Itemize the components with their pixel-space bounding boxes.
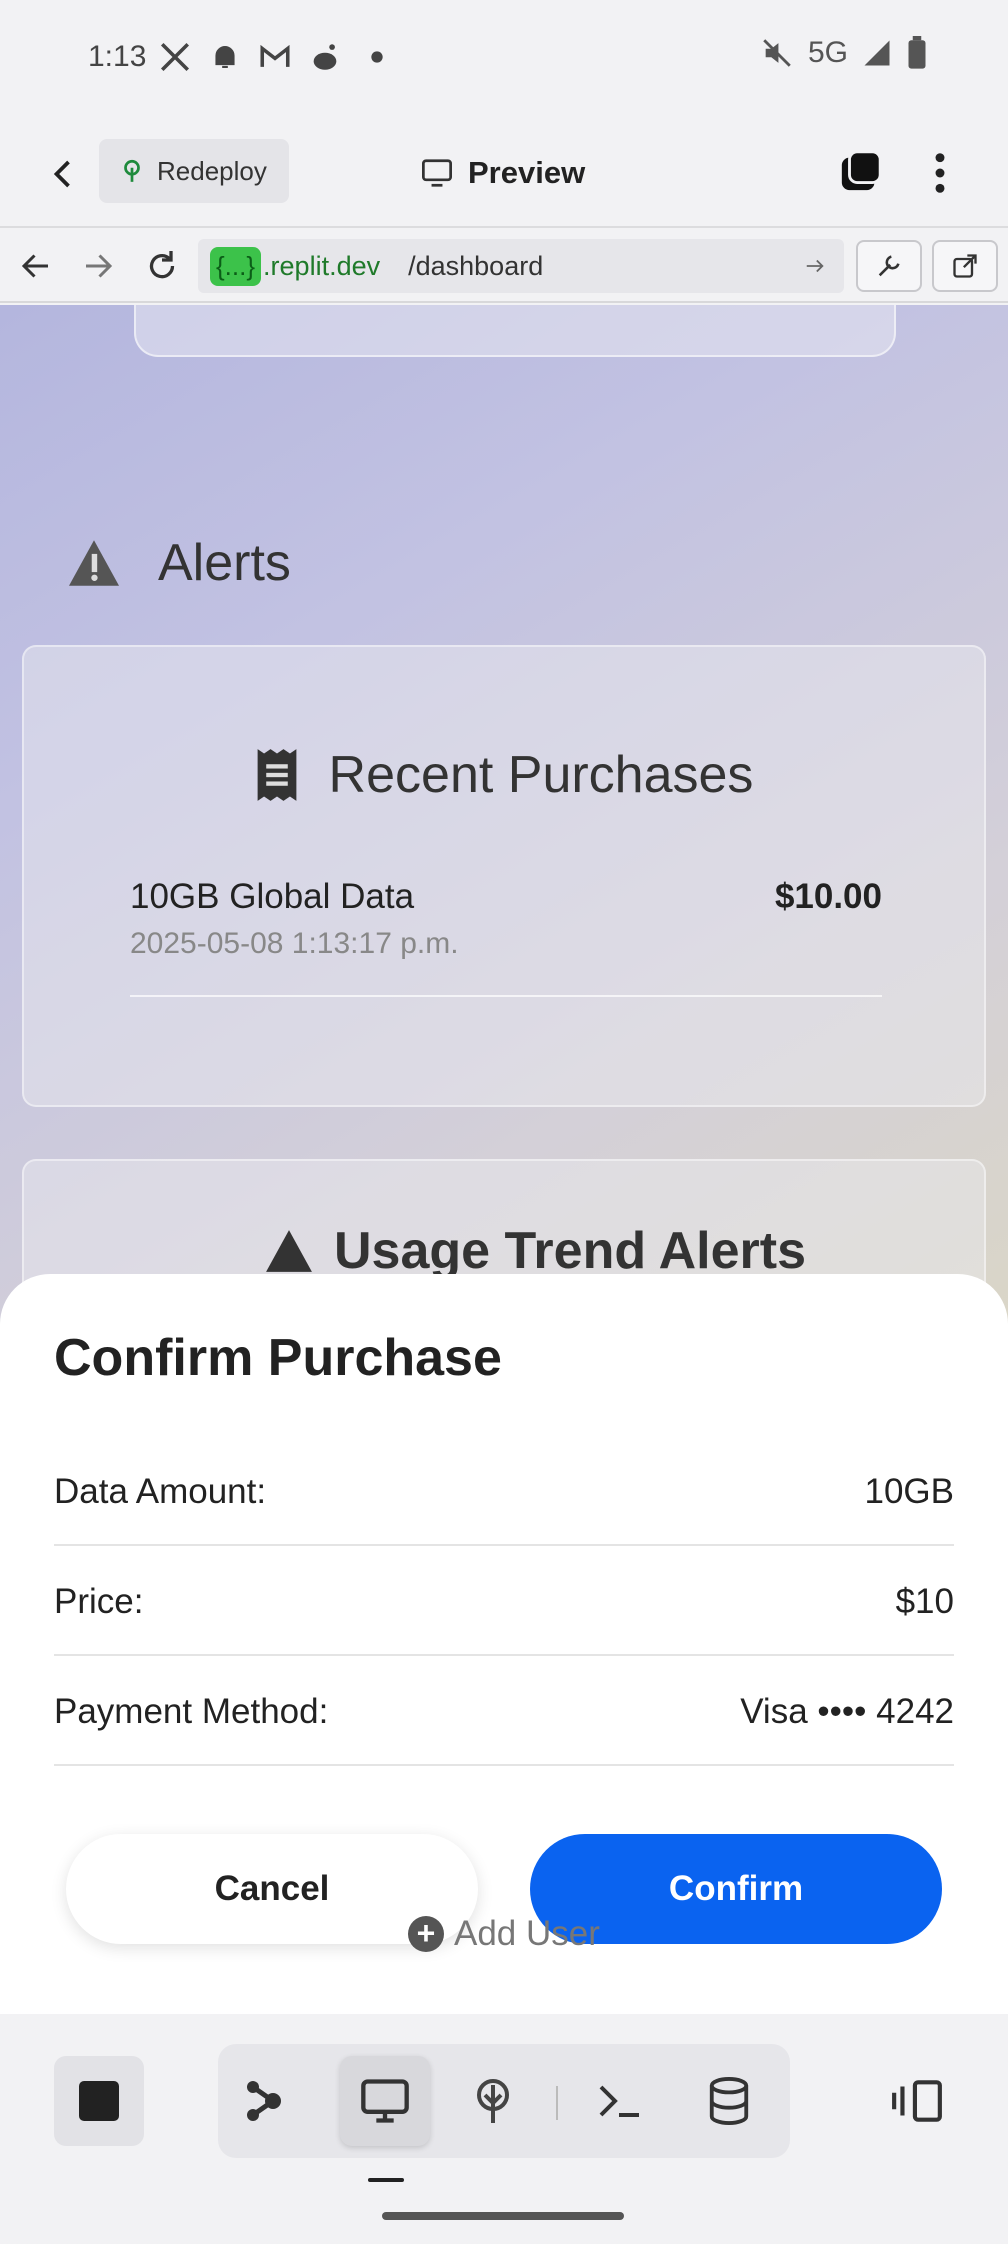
alerts-heading: Alerts	[66, 533, 291, 593]
status-time: 1:13	[88, 40, 147, 73]
mute-icon	[763, 39, 791, 67]
alerts-title: Alerts	[158, 534, 291, 592]
previous-card	[134, 305, 896, 357]
reload-icon[interactable]	[144, 248, 180, 284]
toolbar-divider	[556, 2086, 558, 2120]
detail-value: 10GB	[864, 1472, 955, 1511]
back-arrow-icon[interactable]	[46, 154, 82, 194]
gmail-icon	[260, 44, 290, 67]
tool-switcher	[218, 2044, 790, 2158]
stop-button[interactable]	[54, 2056, 144, 2146]
panel-toggle-icon	[892, 2080, 942, 2122]
nav-forward-icon[interactable]	[80, 248, 116, 284]
devtools-button[interactable]	[856, 240, 922, 292]
purchase-name: 10GB Global Data	[130, 877, 415, 916]
wrench-icon	[878, 255, 900, 277]
database-icon	[709, 2077, 749, 2125]
agent-icon	[247, 2081, 281, 2121]
database-tool-button[interactable]	[684, 2056, 774, 2146]
signal-icon	[864, 40, 890, 66]
redeploy-label: Redeploy	[157, 155, 267, 186]
url-host: .replit.dev	[263, 250, 381, 281]
plus-circle-icon: +	[408, 1916, 444, 1952]
external-link-icon	[953, 254, 977, 278]
detail-row-price: Price: $10	[54, 1546, 954, 1656]
purchase-date: 2025-05-08 1:13:17 p.m.	[130, 927, 459, 960]
deploy-tool-button[interactable]	[448, 2056, 538, 2146]
monitor-icon	[361, 2079, 409, 2123]
x-icon	[160, 42, 190, 72]
panel-toggle-button[interactable]	[872, 2056, 962, 2146]
bell-icon	[215, 46, 235, 68]
detail-label: Payment Method:	[54, 1692, 329, 1731]
replit-top-bar: Redeploy Preview	[0, 118, 1008, 228]
preview-label: Preview	[468, 155, 586, 190]
usage-alerts-heading: Usage Trend Alerts	[264, 1221, 806, 1281]
detail-row-payment-method: Payment Method: Visa •••• 4242	[54, 1656, 954, 1766]
preview-tab[interactable]: Preview	[420, 148, 585, 198]
detail-label: Data Amount:	[54, 1472, 267, 1511]
recent-purchases-title: Recent Purchases	[328, 746, 754, 804]
open-external-button[interactable]	[932, 240, 998, 292]
replit-bottom-toolbar	[0, 2014, 1008, 2244]
confirm-purchase-sheet: Confirm Purchase Data Amount: 10GB Price…	[0, 1274, 1008, 2014]
url-path: /dashboard	[408, 250, 544, 281]
preview-tool-button[interactable]	[340, 2056, 430, 2146]
detail-label: Price:	[54, 1582, 144, 1621]
home-indicator[interactable]	[382, 2212, 624, 2220]
tabs-icon[interactable]	[838, 148, 884, 194]
network-label: 5G	[807, 36, 848, 69]
warning-icon	[266, 1230, 312, 1272]
status-bar: 1:13 5G	[0, 0, 1008, 118]
receipt-icon	[257, 749, 296, 801]
dot-icon	[371, 51, 383, 63]
monitor-icon	[422, 159, 452, 187]
add-user-label: Add User	[454, 1914, 600, 1953]
usage-alerts-title: Usage Trend Alerts	[334, 1222, 807, 1280]
recent-purchases-heading: Recent Purchases	[24, 745, 984, 805]
sheet-title: Confirm Purchase	[54, 1329, 502, 1387]
url-input[interactable]: {...} .replit.dev /dashboard	[198, 239, 844, 293]
deploy-tree-icon	[124, 159, 140, 182]
more-vertical-icon[interactable]	[924, 150, 956, 196]
warning-icon	[69, 540, 119, 586]
go-arrow-icon[interactable]	[804, 255, 826, 277]
add-user-button[interactable]: + Add User	[408, 1914, 600, 1954]
shell-tool-button[interactable]	[574, 2056, 664, 2146]
reddit-icon	[313, 44, 337, 70]
detail-row-data-amount: Data Amount: 10GB	[54, 1436, 954, 1546]
active-tab-indicator	[368, 2178, 404, 2182]
battery-icon	[908, 36, 926, 69]
detail-value: $10	[895, 1582, 954, 1621]
nav-back-icon[interactable]	[18, 248, 54, 284]
terminal-icon	[599, 2085, 639, 2117]
purchase-price: $10.00	[774, 877, 882, 916]
purchase-item: 10GB Global Data 2025-05-08 1:13:17 p.m.…	[130, 877, 882, 997]
redeploy-button[interactable]: Redeploy	[99, 139, 289, 203]
agent-tool-button[interactable]	[218, 2056, 308, 2146]
recent-purchases-card: Recent Purchases 10GB Global Data 2025-0…	[22, 645, 986, 1107]
url-host-pill: {...}	[210, 246, 262, 286]
stop-icon	[79, 2081, 119, 2121]
deploy-tree-icon	[477, 2079, 509, 2123]
detail-value: Visa •••• 4242	[740, 1692, 954, 1731]
url-bar: {...} .replit.dev /dashboard	[0, 229, 1008, 303]
